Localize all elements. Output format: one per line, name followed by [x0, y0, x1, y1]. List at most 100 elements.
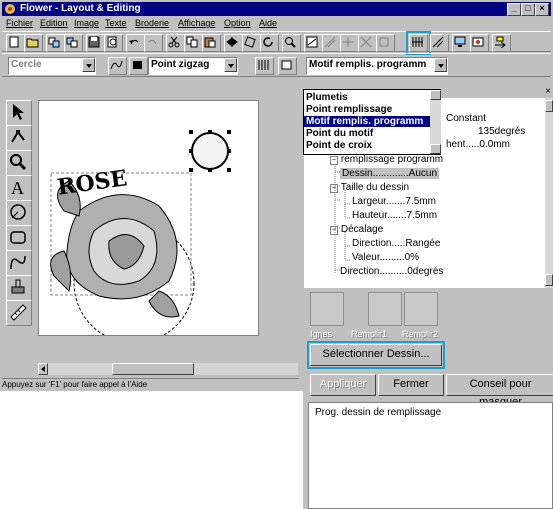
stamp-tool[interactable] — [6, 275, 32, 301]
export-button[interactable] — [64, 34, 83, 52]
window-title: Flower - Layout & Editing — [20, 3, 141, 14]
dropdown-option-selected[interactable]: Motif remplis. programm — [304, 116, 430, 127]
menu-affichage[interactable]: Affichage — [178, 18, 215, 28]
select-pattern-button[interactable]: Sélectionner Dessin... — [307, 341, 445, 369]
fill-type-value: Motif remplis. programm — [309, 59, 427, 70]
zoom-tool[interactable] — [6, 150, 32, 176]
main-toolbar — [2, 31, 551, 55]
pattern-tool-button[interactable] — [430, 34, 449, 52]
line-stitch-color-button[interactable] — [129, 57, 148, 75]
dropdown-scrollbar[interactable] — [430, 90, 441, 154]
design-view-button[interactable] — [470, 34, 489, 52]
scroll-down-button[interactable] — [545, 274, 553, 286]
stitch-tool-3-button[interactable] — [340, 34, 359, 52]
tree-row[interactable]: Largeur.......7.5mm — [352, 196, 436, 207]
pattern-thumb-2[interactable] — [368, 292, 402, 326]
tree-row[interactable]: Constant — [446, 113, 486, 124]
close-panel-button[interactable]: Fermer — [378, 374, 444, 396]
scroll-down-button[interactable] — [430, 144, 441, 154]
stitch-type-select[interactable]: Point zigzag — [148, 57, 238, 75]
transfer-button[interactable] — [492, 34, 511, 52]
import-button[interactable] — [46, 34, 65, 52]
menu-broderie[interactable]: Broderie — [135, 18, 169, 28]
point-edit-tool[interactable] — [6, 125, 32, 151]
programmed-fill-button[interactable] — [406, 31, 431, 55]
pattern-thumb-3[interactable] — [404, 292, 438, 326]
thumb-label: Remplir1 — [351, 329, 388, 339]
horizontal-scrollbar[interactable] — [38, 363, 298, 375]
minimize-button[interactable]: _ — [507, 3, 521, 16]
design-drawing: ROSE — [50, 130, 231, 344]
maximize-button[interactable]: □ — [521, 3, 535, 16]
menu-bar: Fichier Edition Image Texte Broderie Aff… — [2, 17, 551, 30]
menu-fichier[interactable]: Fichier — [6, 18, 33, 28]
tree-lines — [334, 164, 351, 273]
panel-close-icon[interactable]: × — [545, 86, 551, 97]
tree-vertical-scrollbar[interactable] — [545, 98, 553, 288]
dropdown-option[interactable]: Point de croix — [306, 140, 372, 151]
menu-aide[interactable]: Aide — [259, 18, 277, 28]
region-color-button[interactable] — [255, 57, 274, 75]
scroll-up-button[interactable] — [430, 90, 441, 100]
apply-button[interactable]: Appliquer — [310, 374, 376, 396]
cut-button[interactable] — [166, 34, 185, 52]
scroll-thumb[interactable] — [112, 363, 194, 375]
save-button[interactable] — [86, 34, 105, 52]
dropdown-option[interactable]: Plumetis — [306, 92, 348, 103]
pattern-thumb-1[interactable] — [310, 292, 344, 326]
property-toolbar: Cercle Point zigzag Motif remplis. progr… — [2, 53, 551, 77]
region-stitch-color-button[interactable] — [278, 57, 297, 75]
selected-circle-shape[interactable] — [191, 132, 229, 170]
tree-row[interactable]: 135degrés — [478, 126, 525, 137]
dropdown-option[interactable]: Point du motif — [306, 128, 373, 139]
menu-texte[interactable]: Texte — [105, 18, 127, 28]
copy-button[interactable] — [184, 34, 203, 52]
dropdown-option[interactable]: Point remplissage — [306, 104, 392, 115]
stitch-type-value: Point zigzag — [151, 59, 210, 70]
scroll-left-button[interactable] — [38, 363, 48, 375]
monitor-button[interactable] — [452, 34, 471, 52]
stitch-tool-2-button[interactable] — [322, 34, 341, 52]
mirror-button[interactable] — [224, 34, 243, 52]
zoom-button[interactable] — [282, 34, 301, 52]
tree-row[interactable]: Hauteur.......7.5mm — [352, 210, 437, 221]
tree-row[interactable]: hent.....0.0mm — [446, 139, 510, 150]
paste-button[interactable] — [202, 34, 221, 52]
text-tool[interactable]: A — [6, 175, 32, 201]
menu-option[interactable]: Option — [224, 18, 251, 28]
close-button[interactable]: × — [535, 3, 549, 16]
shape-tool[interactable] — [6, 200, 32, 226]
fill-type-select[interactable]: Motif remplis. programm — [306, 57, 448, 75]
hide-tip-button[interactable]: Conseil pour masquer — [446, 374, 553, 408]
refresh-button[interactable] — [260, 34, 279, 52]
rose-image — [50, 180, 180, 318]
menu-image[interactable]: Image — [74, 18, 99, 28]
open-file-button[interactable] — [24, 34, 43, 52]
curve-tool[interactable] — [6, 250, 32, 276]
shape-select-value: Cercle — [11, 59, 42, 70]
measure-tool[interactable] — [6, 300, 32, 326]
design-canvas[interactable]: ROSE — [38, 100, 259, 344]
select-tool[interactable] — [6, 100, 32, 126]
thumb-label: Ignes — [310, 329, 333, 339]
app-icon — [5, 4, 15, 14]
shape-select[interactable]: Cercle — [8, 57, 96, 75]
new-file-button[interactable] — [6, 34, 25, 52]
redo-button[interactable] — [144, 34, 163, 52]
chevron-down-icon — [82, 58, 95, 72]
rotate-button[interactable] — [242, 34, 261, 52]
print-preview-button[interactable] — [104, 34, 123, 52]
stitch-tool-4-button[interactable] — [358, 34, 377, 52]
stitch-tool-5-button[interactable] — [376, 34, 395, 52]
undo-button[interactable] — [126, 34, 145, 52]
tree-row[interactable]: Valeur.........0% — [352, 252, 419, 263]
rectangle-tool[interactable] — [6, 225, 32, 251]
chevron-down-icon — [434, 58, 447, 72]
scroll-up-button[interactable] — [545, 100, 553, 112]
menu-edition[interactable]: Edition — [40, 18, 68, 28]
stitch-tool-1-button[interactable] — [304, 34, 323, 52]
line-color-button[interactable] — [108, 57, 127, 75]
fill-type-dropdown-list[interactable]: Plumetis Point remplissage Motif remplis… — [303, 89, 441, 155]
title-bar[interactable]: Flower - Layout & Editing _ □ × — [2, 2, 551, 16]
tree-row[interactable]: Direction.....Rangée — [352, 238, 440, 249]
